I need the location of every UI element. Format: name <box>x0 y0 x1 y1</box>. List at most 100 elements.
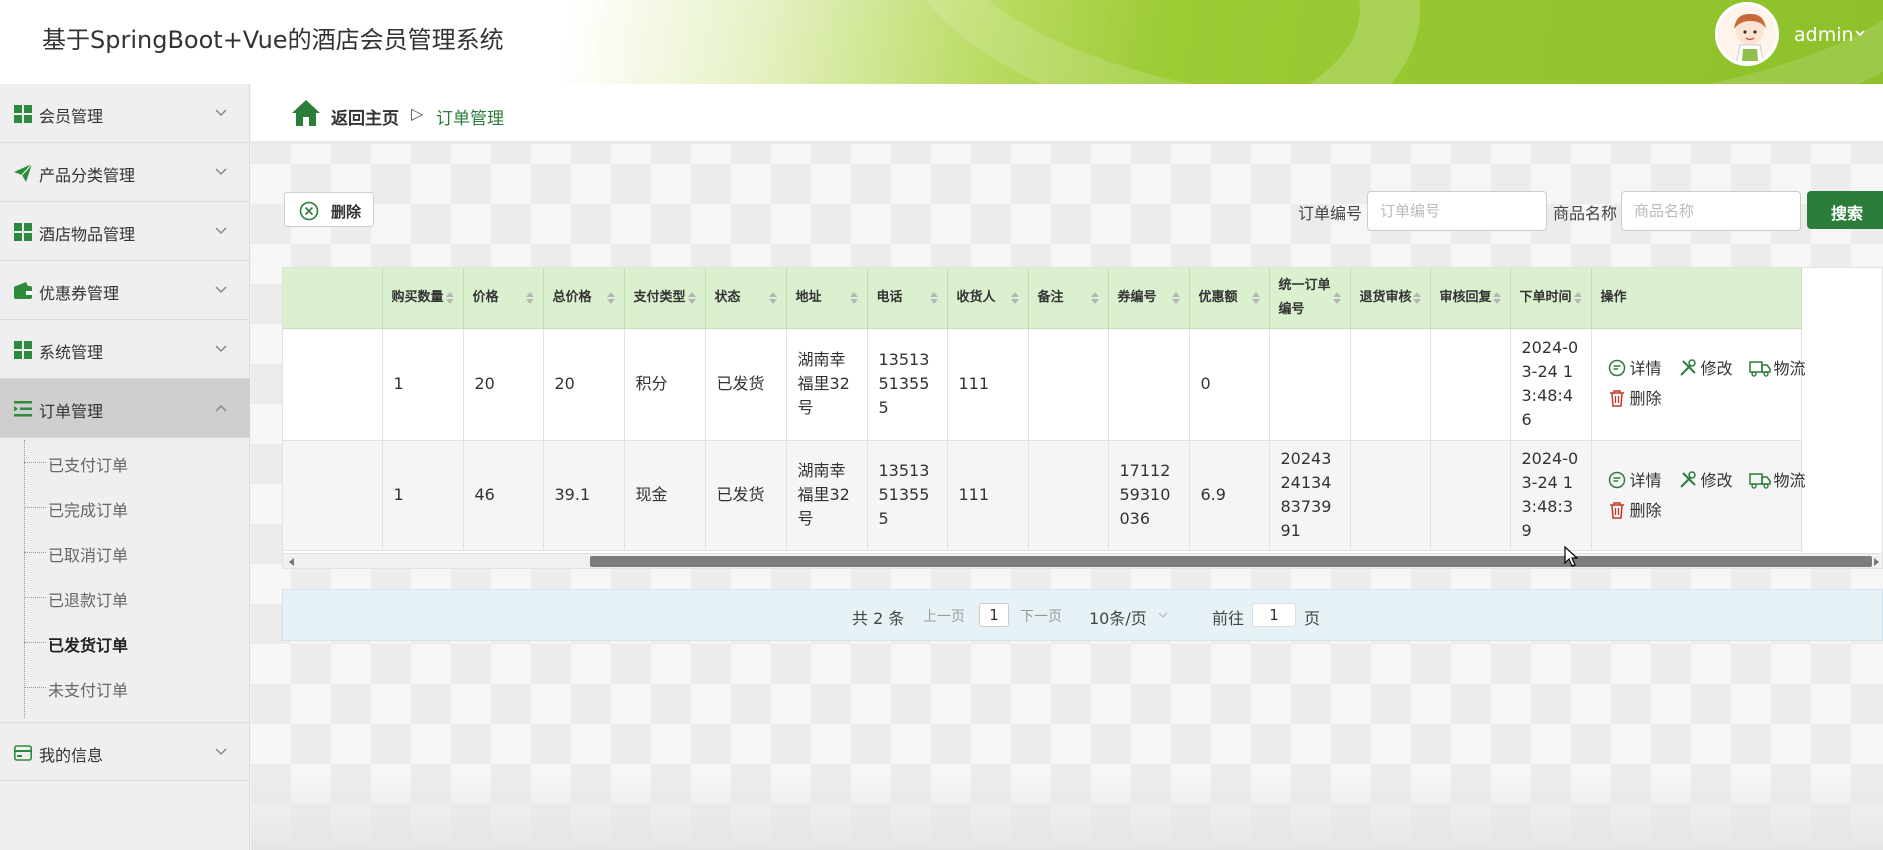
avatar[interactable] <box>1715 2 1779 66</box>
edit-button-label: 修改 <box>1700 470 1733 490</box>
edit-button[interactable]: 修改 <box>1679 469 1739 491</box>
column-header[interactable]: 地址 <box>786 268 868 329</box>
submenu-item-label: 已完成订单 <box>48 501 129 520</box>
product-name-input[interactable] <box>1621 191 1801 231</box>
sort-icon[interactable] <box>768 292 777 304</box>
column-header[interactable]: 备注 <box>1028 268 1109 329</box>
table-header-row: 购买数量 价格 总价格 支付类型 状态 地址 电话 收货人 备注 券编号 优惠额… <box>283 268 1802 329</box>
table-row[interactable]: 1 46 39.1 现金 已发货 湖南幸福里32号 13513513555 11… <box>283 440 1806 551</box>
sort-icon[interactable] <box>849 292 858 304</box>
sort-icon[interactable] <box>1412 292 1421 304</box>
logistics-button-label: 物流 <box>1773 470 1806 490</box>
orders-table: 购买数量 价格 总价格 支付类型 状态 地址 电话 收货人 备注 券编号 优惠额… <box>282 267 1883 569</box>
table-cell: 13513513555 <box>867 328 948 441</box>
sidebar-item-my-info[interactable]: 我的信息 <box>0 722 250 781</box>
delete-button[interactable]: 删除 <box>284 192 374 227</box>
column-header-label: 下单时间 <box>1519 289 1572 305</box>
sort-icon[interactable] <box>929 292 938 304</box>
sort-icon[interactable] <box>445 292 454 304</box>
home-icon[interactable] <box>291 99 321 127</box>
delete-row-button[interactable]: 删除 <box>1608 499 1668 521</box>
column-header[interactable]: 价格 <box>463 268 544 329</box>
detail-button[interactable]: 详情 <box>1608 357 1668 379</box>
column-header[interactable]: 收货人 <box>947 268 1029 329</box>
column-header[interactable]: 支付类型 <box>624 268 706 329</box>
column-header[interactable]: 购买数量 <box>382 268 464 329</box>
scrollbar-thumb[interactable] <box>590 556 1872 567</box>
sidebar-item-label: 系统管理 <box>39 343 104 362</box>
tree-connector <box>24 507 46 508</box>
sort-icon[interactable] <box>606 292 615 304</box>
chevron-down-icon[interactable] <box>1855 28 1865 38</box>
scroll-right-icon[interactable] <box>1874 558 1879 566</box>
sidebar-item-orders[interactable]: 订单管理 <box>0 379 250 438</box>
sort-icon[interactable] <box>1010 292 1019 304</box>
sort-icon[interactable] <box>1492 292 1501 304</box>
table-cell: 2024-03-24 13:48:39 <box>1510 440 1592 551</box>
table-cell: 已发货 <box>705 328 787 441</box>
detail-icon <box>1608 359 1625 376</box>
sidebar-item-hotel-goods[interactable]: 酒店物品管理 <box>0 202 250 261</box>
submenu-item-label: 已取消订单 <box>48 546 129 565</box>
sidebar-item-coupon[interactable]: 优惠券管理 <box>0 261 250 320</box>
detail-button[interactable]: 详情 <box>1608 469 1668 491</box>
search-button-label: 搜索 <box>1831 204 1864 223</box>
submenu-item-cancelled[interactable]: 已取消订单 <box>24 530 244 575</box>
sort-icon[interactable] <box>1251 292 1260 304</box>
logistics-button[interactable]: 物流 <box>1748 469 1811 491</box>
column-header[interactable]: 统一订单编号 <box>1269 268 1351 329</box>
sort-icon[interactable] <box>525 292 534 304</box>
sidebar-item-member[interactable]: 会员管理 <box>0 84 250 143</box>
paper-plane-icon <box>14 164 32 182</box>
app-title: 基于SpringBoot+Vue的酒店会员管理系统 <box>42 26 504 54</box>
chevron-down-icon[interactable] <box>1158 612 1168 619</box>
current-page-number[interactable]: 1 <box>979 603 1009 627</box>
column-header[interactable]: 总价格 <box>543 268 625 329</box>
order-no-input[interactable] <box>1367 191 1547 231</box>
column-header[interactable]: 退货审核 <box>1350 268 1431 329</box>
table-cell: 6.9 <box>1189 440 1270 551</box>
column-header[interactable]: 审核回复 <box>1430 268 1511 329</box>
sidebar-item-label: 我的信息 <box>39 746 104 765</box>
sort-icon[interactable] <box>1171 292 1180 304</box>
column-header[interactable]: 状态 <box>705 268 787 329</box>
delete-row-button[interactable]: 删除 <box>1608 387 1668 409</box>
page-size-select[interactable]: 10条/页 <box>1089 605 1147 629</box>
sort-icon[interactable] <box>1573 292 1582 304</box>
sort-icon[interactable] <box>1332 292 1341 304</box>
column-header[interactable]: 电话 <box>867 268 948 329</box>
truck-icon <box>1748 472 1771 489</box>
sort-icon[interactable] <box>1090 292 1099 304</box>
sort-icon[interactable] <box>687 292 696 304</box>
sidebar-item-label: 订单管理 <box>39 402 104 421</box>
table-cell <box>1350 328 1431 441</box>
column-header[interactable]: 下单时间 <box>1510 268 1592 329</box>
edit-button[interactable]: 修改 <box>1679 357 1739 379</box>
horizontal-scrollbar[interactable] <box>283 553 1882 568</box>
logistics-button[interactable]: 物流 <box>1748 357 1811 379</box>
sidebar-item-label: 会员管理 <box>39 107 104 126</box>
prev-page-button[interactable]: 上一页 <box>923 606 965 626</box>
sidebar-item-product-category[interactable]: 产品分类管理 <box>0 143 250 202</box>
submenu-item-shipped[interactable]: 已发货订单 <box>24 620 244 665</box>
submenu-item-unpaid[interactable]: 未支付订单 <box>24 665 244 710</box>
column-header[interactable]: 券编号 <box>1108 268 1190 329</box>
table-cell <box>1269 328 1351 441</box>
breadcrumb-home-link[interactable]: 返回主页 <box>331 104 399 129</box>
column-header-label: 收货人 <box>956 289 996 305</box>
goto-page-input[interactable]: 1 <box>1252 603 1296 627</box>
table-cell: 46 <box>463 440 544 551</box>
table-cell <box>1430 328 1511 441</box>
column-header[interactable]: 优惠额 <box>1189 268 1270 329</box>
next-page-button[interactable]: 下一页 <box>1020 606 1062 626</box>
table-cell: 111 <box>947 328 1029 441</box>
scroll-left-icon[interactable] <box>289 558 294 566</box>
submenu-item-refunded[interactable]: 已退款订单 <box>24 575 244 620</box>
submenu-item-completed[interactable]: 已完成订单 <box>24 485 244 530</box>
sidebar-item-system[interactable]: 系统管理 <box>0 320 250 379</box>
column-header-label: 操作 <box>1600 289 1627 305</box>
table-row[interactable]: 1 20 20 积分 已发货 湖南幸福里32号 13513513555 111 … <box>283 328 1806 441</box>
submenu-item-paid[interactable]: 已支付订单 <box>24 440 244 485</box>
search-button[interactable]: 搜索 <box>1807 191 1883 229</box>
user-name[interactable]: admin <box>1794 24 1854 46</box>
